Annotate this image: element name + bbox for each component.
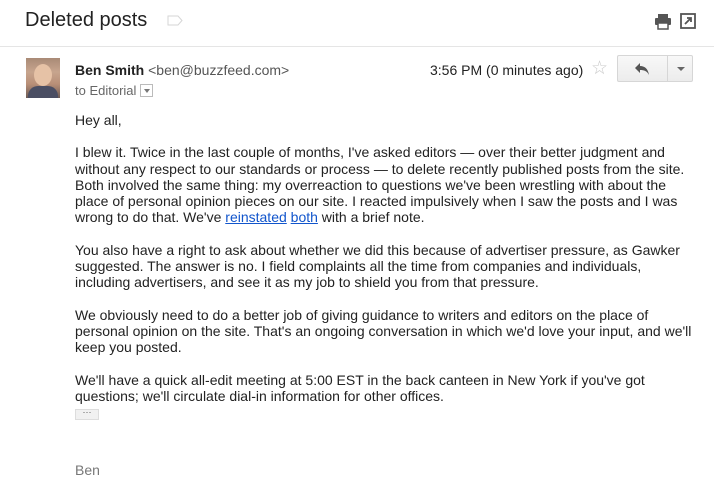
paragraph-2: You also have a right to ask about wheth… — [75, 241, 680, 291]
recipient-label: to Editorial — [75, 83, 137, 98]
email-subject: Deleted posts — [25, 9, 148, 31]
message-time: 3:56 PM (0 minutes ago) — [430, 62, 584, 78]
subject-bar: Deleted posts — [0, 0, 714, 47]
reply-icon — [635, 63, 649, 75]
label-tag-icon[interactable] — [167, 15, 183, 26]
new-window-icon[interactable] — [680, 13, 696, 29]
paragraph-4: We'll have a quick all-edit meeting at 5… — [75, 371, 645, 404]
both-link[interactable]: both — [291, 209, 318, 225]
sender-name[interactable]: Ben Smith — [75, 62, 144, 78]
recipients: to Editorial — [75, 83, 154, 98]
reply-button[interactable] — [617, 55, 667, 82]
greeting: Hey all, — [75, 112, 122, 128]
sender: Ben Smith <ben@buzzfeed.com> — [75, 62, 289, 78]
message-body: Hey all, I blew it. Twice in the last co… — [75, 112, 695, 420]
signature: Ben — [75, 462, 100, 478]
more-actions-button[interactable] — [667, 55, 693, 82]
show-details-arrow-icon[interactable] — [140, 84, 154, 98]
reinstated-link[interactable]: reinstated — [225, 209, 286, 225]
show-trimmed-content-button[interactable]: ··· — [75, 408, 99, 420]
sender-avatar — [26, 58, 60, 98]
star-icon[interactable]: ☆ — [591, 59, 608, 79]
paragraph-1: I blew it. Twice in the last couple of m… — [75, 144, 685, 226]
paragraph-3: We obviously need to do a better job of … — [75, 306, 692, 356]
print-icon[interactable] — [654, 13, 672, 30]
sender-email: <ben@buzzfeed.com> — [148, 62, 290, 78]
